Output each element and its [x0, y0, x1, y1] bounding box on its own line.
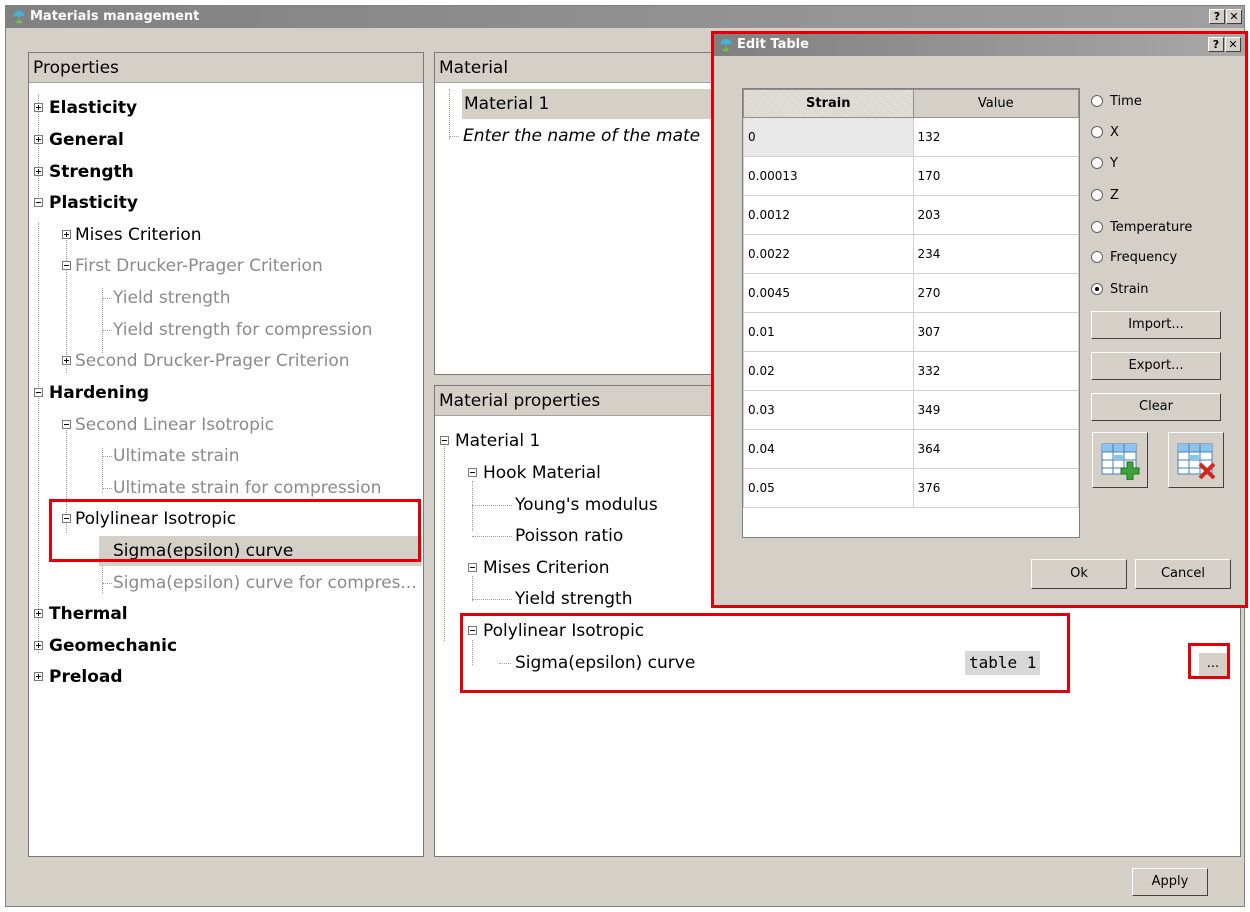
- dialog-help-button[interactable]: ?: [1208, 37, 1224, 52]
- edit-table-dialog: Edit Table ? ✕ Strain Value 0 132 0.00013 1…: [713, 34, 1246, 605]
- cell-strain[interactable]: 0.05: [743, 468, 914, 508]
- table-row[interactable]: 0.05 376: [743, 468, 1079, 508]
- curve-value[interactable]: table 1: [965, 651, 1041, 675]
- ok-button[interactable]: Ok: [1031, 559, 1127, 589]
- properties-panel: Properties Elasticity General Strength P…: [28, 52, 424, 857]
- radio-label: Frequency: [1110, 250, 1178, 265]
- tree-item-yield-strength[interactable]: Yield strength: [29, 283, 423, 313]
- radio-label: X: [1110, 125, 1119, 140]
- prop-item-polylinear-isotropic[interactable]: Polylinear Isotropic: [435, 616, 1240, 646]
- cell-value[interactable]: 364: [912, 429, 1079, 469]
- tree-item-elasticity[interactable]: Elasticity: [29, 93, 423, 123]
- radio-circle[interactable]: [1091, 251, 1103, 263]
- tree-item-hardening[interactable]: Hardening: [29, 378, 423, 408]
- cell-value[interactable]: 132: [912, 117, 1079, 157]
- cell-strain[interactable]: 0.0045: [743, 273, 914, 313]
- tree-item-ultimate-strain[interactable]: Ultimate strain: [29, 441, 423, 471]
- material-name-item[interactable]: Material 1: [462, 89, 722, 119]
- values-table[interactable]: Strain Value 0 132 0.00013 170 0.0012 203 0.00…: [742, 88, 1080, 538]
- cell-strain[interactable]: 0.0012: [743, 195, 914, 235]
- cell-value[interactable]: 332: [912, 351, 1079, 391]
- close-button[interactable]: ✕: [1226, 9, 1242, 24]
- material-name-input[interactable]: Enter the name of the mate: [435, 121, 723, 151]
- delete-row-button[interactable]: [1168, 432, 1224, 488]
- cell-strain[interactable]: 0.0022: [743, 234, 914, 274]
- table-delete-row-icon: [1177, 443, 1216, 480]
- cell-value[interactable]: 203: [912, 195, 1079, 235]
- table-add-row-icon: [1101, 443, 1140, 481]
- tree-item-mises-criterion[interactable]: Mises Criterion: [29, 220, 423, 250]
- material-header: Material: [435, 53, 723, 83]
- radio-circle[interactable]: [1091, 221, 1103, 233]
- properties-header: Properties: [29, 53, 423, 83]
- cell-value[interactable]: 170: [912, 156, 1079, 196]
- tree-item-preload[interactable]: Preload: [29, 662, 423, 692]
- table-row[interactable]: 0.00013 170: [743, 156, 1079, 196]
- radio-circle[interactable]: [1091, 95, 1103, 107]
- radio-circle[interactable]: [1091, 157, 1103, 169]
- import-button[interactable]: Import...: [1091, 311, 1221, 339]
- radio-label: Z: [1110, 188, 1119, 203]
- radio-circle[interactable]: [1091, 126, 1103, 138]
- cancel-button[interactable]: Cancel: [1135, 559, 1231, 589]
- table-row[interactable]: 0 132: [743, 117, 1079, 157]
- tree-item-second-drucker-prager[interactable]: Second Drucker-Prager Criterion: [29, 346, 423, 376]
- cell-value[interactable]: 270: [912, 273, 1079, 313]
- cell-strain[interactable]: 0.00013: [743, 156, 914, 196]
- radio-label: Strain: [1110, 282, 1149, 297]
- column-header-strain[interactable]: Strain: [743, 89, 914, 118]
- table-row[interactable]: 0.02 332: [743, 351, 1079, 391]
- cell-strain[interactable]: 0.02: [743, 351, 914, 391]
- tree-item-second-linear-isotropic[interactable]: Second Linear Isotropic: [29, 410, 423, 440]
- tree-item-ultimate-strain-compression[interactable]: Ultimate strain for compression: [29, 473, 423, 503]
- table-row[interactable]: 0.0045 270: [743, 273, 1079, 313]
- table-row[interactable]: 0.03 349: [743, 390, 1079, 430]
- material-panel: Material Material 1 Enter the name of th…: [434, 52, 724, 375]
- table-row[interactable]: 0.0022 234: [743, 234, 1079, 274]
- window-titlebar: Materials management ? ✕: [6, 6, 1244, 28]
- tree-item-sigma-epsilon-curve-compression[interactable]: Sigma(epsilon) curve for compres...: [29, 568, 423, 598]
- apply-button[interactable]: Apply: [1132, 868, 1208, 896]
- dialog-title: Edit Table: [737, 37, 809, 52]
- ellipsis-button[interactable]: ...: [1198, 652, 1228, 677]
- radio-circle[interactable]: [1091, 283, 1103, 295]
- table-row[interactable]: 0.04 364: [743, 429, 1079, 469]
- dialog-titlebar: Edit Table ? ✕: [713, 34, 1246, 56]
- cell-strain[interactable]: 0: [743, 117, 914, 157]
- cell-strain[interactable]: 0.04: [743, 429, 914, 469]
- radio-label: Time: [1110, 94, 1142, 109]
- radio-label: Y: [1110, 156, 1118, 171]
- cell-value[interactable]: 349: [912, 390, 1079, 430]
- export-button[interactable]: Export...: [1091, 352, 1221, 380]
- clear-button[interactable]: Clear: [1091, 393, 1221, 421]
- app-logo-icon: [720, 39, 732, 52]
- tree-item-general[interactable]: General: [29, 125, 423, 155]
- help-button[interactable]: ?: [1209, 9, 1225, 24]
- add-row-button[interactable]: [1092, 432, 1148, 488]
- column-header-value[interactable]: Value: [912, 89, 1079, 118]
- tree-item-plasticity[interactable]: Plasticity: [29, 188, 423, 218]
- radio-label: Temperature: [1110, 220, 1193, 235]
- tree-item-thermal[interactable]: Thermal: [29, 599, 423, 629]
- prop-item-sigma-epsilon-curve[interactable]: Sigma(epsilon) curve table 1: [435, 648, 1240, 678]
- tree-item-polylinear-isotropic[interactable]: Polylinear Isotropic: [29, 504, 423, 534]
- window-title: Materials management: [30, 9, 200, 24]
- app-logo-icon: [13, 11, 25, 24]
- cell-strain[interactable]: 0.03: [743, 390, 914, 430]
- cell-value[interactable]: 376: [912, 468, 1079, 508]
- cell-strain[interactable]: 0.01: [743, 312, 914, 352]
- tree-item-sigma-epsilon-curve[interactable]: Sigma(epsilon) curve: [99, 536, 422, 566]
- cell-value[interactable]: 234: [912, 234, 1079, 274]
- dialog-close-button[interactable]: ✕: [1225, 37, 1241, 52]
- tree-item-yield-strength-compression[interactable]: Yield strength for compression: [29, 315, 423, 345]
- radio-circle[interactable]: [1091, 189, 1103, 201]
- tree-item-strength[interactable]: Strength: [29, 157, 423, 187]
- table-row[interactable]: 0.0012 203: [743, 195, 1079, 235]
- tree-item-geomechanic[interactable]: Geomechanic: [29, 631, 423, 661]
- cell-value[interactable]: 307: [912, 312, 1079, 352]
- table-row[interactable]: 0.01 307: [743, 312, 1079, 352]
- tree-item-first-drucker-prager[interactable]: First Drucker-Prager Criterion: [29, 251, 423, 281]
